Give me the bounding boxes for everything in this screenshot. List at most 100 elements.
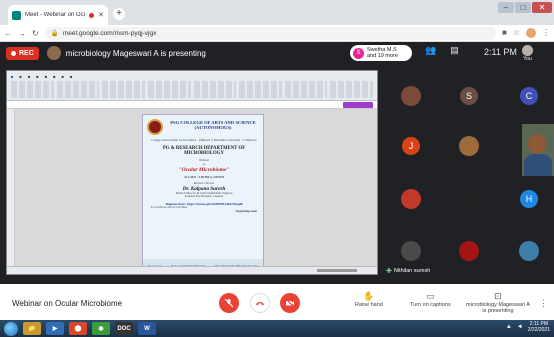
department-name: PG & RESEARCH DEPARTMENT OF MICROBIOLOGY — [162, 145, 246, 156]
participant-photo-avatar[interactable] — [459, 241, 479, 261]
profile-avatar[interactable] — [526, 28, 536, 38]
participant-initial-avatar[interactable]: J — [402, 137, 420, 155]
new-tab-button[interactable]: + — [113, 8, 125, 20]
office-ribbon: ■ ■ ■ ■ ■ ■ ■ ■ — [7, 71, 377, 101]
joiner-count: and 19 more — [367, 53, 398, 59]
start-button[interactable] — [4, 321, 18, 336]
shared-screen-button — [343, 102, 373, 108]
captions-button[interactable]: ▭ Turn on captions — [410, 290, 451, 308]
participant-photo-avatar[interactable] — [401, 241, 421, 261]
leave-call-button[interactable] — [250, 293, 270, 313]
captions-label: Turn on captions — [410, 302, 451, 308]
lock-icon: 🔒 — [50, 30, 59, 37]
zoom-slider — [317, 269, 357, 272]
network-icon[interactable]: ▲ — [506, 324, 512, 330]
meet-favicon-icon — [12, 10, 21, 20]
word-icon[interactable]: W — [138, 322, 156, 335]
hand-icon: ✋ — [363, 291, 375, 301]
presenter-line2: is presenting — [482, 308, 514, 314]
meeting-clock: 2:11 PM — [484, 47, 517, 57]
minimize-button[interactable]: – — [498, 2, 514, 13]
hang-up-icon — [256, 302, 264, 306]
mic-off-button[interactable] — [219, 293, 239, 313]
more-options-icon[interactable]: ⋮ — [539, 298, 548, 309]
pin-icon[interactable]: ✚ — [386, 267, 392, 275]
back-icon[interactable]: ← — [4, 29, 12, 38]
presenter-avatar — [46, 46, 61, 60]
close-tab-icon[interactable]: ✕ — [98, 11, 104, 19]
url-text: meet.google.com/msm-pyqj-vjgx — [62, 29, 157, 37]
recording-badge[interactable]: REC — [6, 46, 39, 60]
webinar-date: 22.2.2021 : 2.00 PM to 3.00 PM — [184, 174, 224, 179]
captions-icon: ▭ — [426, 291, 435, 301]
participant-initial-avatar[interactable]: H — [520, 190, 538, 208]
browser-window: Meet - Webinar on Ocular M ✕ + – □ ✕ ← →… — [0, 0, 554, 337]
register-link[interactable]: https://forms.gle/fxSPPB4AzkF5tmqi8 — [187, 202, 243, 206]
reload-icon[interactable]: ↻ — [32, 29, 39, 38]
presenting-status: microbiology Mageswari A is presenting — [65, 48, 206, 58]
present-icon: ⊡ — [494, 291, 502, 301]
extensions-area: ■ ☆ ⋮ — [502, 28, 550, 38]
doc-app-icon[interactable]: DOC — [115, 322, 133, 335]
maximize-button[interactable]: □ — [515, 2, 531, 13]
star-icon[interactable]: ☆ — [513, 28, 520, 38]
document-statusbar — [7, 266, 377, 274]
shared-screen: ■ ■ ■ ■ ■ ■ ■ ■ PSG COLLEGE OF ARTS AND SCIENCE… — [6, 70, 378, 275]
raise-hand-label: Raise hand — [355, 302, 383, 308]
self-view[interactable]: You — [522, 45, 533, 62]
url-field[interactable]: 🔒 meet.google.com/msm-pyqj-vjgx — [44, 26, 496, 40]
os-taskbar: 📁 ▶ ⬤ ◉ DOC W ▲ ◄ 2:11 PM 2/22/2021 — [0, 320, 554, 337]
ribbon-groups — [11, 81, 373, 98]
organising-label: Organising team — [235, 208, 257, 213]
participant-photo-avatar[interactable] — [401, 86, 421, 106]
participant-face — [528, 134, 546, 154]
media-player-icon[interactable]: ▶ — [46, 322, 64, 335]
joiner-avatar: S — [353, 47, 364, 59]
meet-header: REC microbiology Mageswari A is presenti… — [0, 42, 554, 64]
file-explorer-icon[interactable]: 📁 — [23, 322, 41, 335]
window-controls: – □ ✕ — [498, 2, 552, 13]
video-camera-icon[interactable]: ■ — [502, 28, 507, 38]
menu-dots-icon[interactable]: ⋮ — [542, 28, 550, 38]
participant-initial-avatar[interactable]: C — [520, 87, 538, 105]
participant-initial-avatar[interactable]: S — [460, 87, 478, 105]
forward-icon[interactable]: → — [18, 29, 26, 38]
record-dot-icon — [11, 50, 16, 56]
mic-off-icon — [224, 298, 234, 308]
slide-sidebar — [7, 109, 15, 266]
volume-icon[interactable]: ◄ — [517, 324, 523, 330]
speaker-org: Kalpana Eye Hospital, Chennai — [185, 194, 223, 199]
participant-photo-avatar[interactable] — [459, 136, 479, 156]
webinar-poster: PSG COLLEGE OF ARTS AND SCIENCE (AUTONOM… — [142, 114, 264, 274]
participant-photo-avatar[interactable] — [519, 241, 539, 261]
camera-off-icon — [285, 298, 295, 308]
college-name: PSG COLLEGE OF ARTS AND SCIENCE (AUTONOM… — [170, 120, 256, 130]
participant-photo-avatar[interactable] — [459, 189, 479, 209]
pinned-name: Nithilan suresh — [393, 268, 431, 274]
college-logo-icon — [147, 119, 163, 135]
raise-hand-button[interactable]: ✋ Raise hand — [355, 290, 383, 308]
joiners-chip[interactable]: S Swetha M.S and 19 more — [350, 45, 412, 61]
recording-dot-icon — [89, 12, 95, 18]
firefox-icon[interactable]: ⬤ — [69, 322, 87, 335]
formula-bar — [7, 101, 377, 109]
ribbon-tabs: ■ ■ ■ ■ ■ ■ ■ ■ — [11, 74, 73, 79]
chrome-icon[interactable]: ◉ — [92, 322, 110, 335]
tab-bar: Meet - Webinar on Ocular M ✕ + – □ ✕ — [0, 0, 554, 25]
college-subtitle: College with Potential for Excellence · … — [151, 138, 257, 142]
participant-photo-avatar[interactable] — [401, 189, 421, 209]
close-window-button[interactable]: ✕ — [532, 2, 552, 13]
self-avatar — [522, 45, 533, 56]
tab-title: Meet - Webinar on Ocular M — [25, 12, 85, 18]
meeting-title: Webinar on Ocular Microbiome — [12, 299, 123, 308]
people-icon[interactable]: 👥 — [425, 45, 436, 56]
meeting-controls: Webinar on Ocular Microbiome ✋ Raise han… — [0, 284, 554, 320]
participant-video-tile[interactable] — [522, 124, 554, 176]
browser-tab[interactable]: Meet - Webinar on Ocular M ✕ — [8, 5, 108, 25]
chat-icon[interactable]: ▤ — [450, 45, 459, 56]
self-label: You — [523, 56, 532, 62]
address-bar-row: ← → ↻ 🔒 meet.google.com/msm-pyqj-vjgx ■ … — [0, 25, 554, 42]
camera-off-button[interactable] — [280, 293, 300, 313]
participant-body — [524, 154, 552, 176]
presenter-button[interactable]: ⊡ microbiology Mageswari A is presenting — [466, 290, 530, 314]
